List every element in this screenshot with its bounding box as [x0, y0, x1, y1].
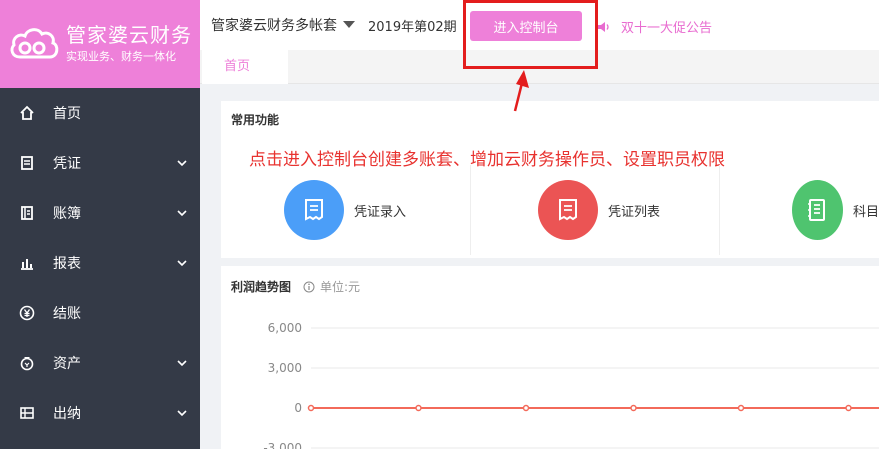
quick-functions-card: 常用功能 点击进入控制台创建多账套、增加云财务操作员、设置职员权限 凭证录入 凭…: [221, 101, 879, 258]
sidebar-item-label: 首页: [53, 106, 81, 122]
chart-header: 利润趋势图 单位:元: [231, 278, 360, 295]
brand-header: 管家婆云财务 实现业务、财务一体化: [0, 0, 200, 88]
app-window: 管家婆云财务 实现业务、财务一体化 首页 凭证 账簿 报表 结账 资产 出纳 管…: [0, 0, 879, 449]
chevron-down-icon: [177, 360, 187, 367]
sidebar-item-label: 结账: [53, 306, 81, 322]
func-label: 凭证列表: [608, 204, 661, 220]
announcement-link[interactable]: 双十一大促公告: [597, 17, 712, 36]
tab-home[interactable]: 首页: [202, 50, 288, 84]
brand-subtitle: 实现业务、财务一体化: [66, 50, 176, 63]
chevron-down-icon: [177, 410, 187, 417]
chevron-down-icon: [177, 210, 187, 217]
sidebar-item-label: 出纳: [53, 406, 81, 422]
y-tick-label: 6,000: [268, 321, 302, 335]
report-icon: [19, 255, 35, 271]
data-point[interactable]: [630, 404, 637, 412]
sidebar-item-home[interactable]: 首页: [0, 88, 200, 138]
sidebar-nav: 首页 凭证 账簿 报表 结账 资产 出纳: [0, 88, 200, 438]
sidebar-item-asset[interactable]: 资产: [0, 338, 200, 388]
sidebar: 管家婆云财务 实现业务、财务一体化 首页 凭证 账簿 报表 结账 资产 出纳: [0, 0, 200, 449]
voucher-icon: [19, 155, 35, 171]
data-point[interactable]: [845, 404, 852, 412]
account-book-select[interactable]: 管家婆云财务多帐套: [211, 15, 355, 35]
sidebar-item-closing[interactable]: 结账: [0, 288, 200, 338]
cashier-icon: [19, 405, 35, 421]
speaker-icon: [598, 21, 609, 32]
enter-console-button[interactable]: 进入控制台: [470, 11, 582, 41]
caret-down-icon: [343, 21, 355, 28]
sidebar-item-label: 账簿: [53, 206, 81, 222]
account-book-name: 管家婆云财务多帐套: [211, 18, 337, 34]
ledger-icon: [19, 205, 35, 221]
unit-label: 单位:元: [320, 280, 361, 294]
brand-title: 管家婆云财务: [66, 23, 192, 47]
sidebar-item-voucher[interactable]: 凭证: [0, 138, 200, 188]
data-point[interactable]: [307, 404, 315, 412]
func-subject[interactable]: 科目: [723, 165, 879, 255]
y-tick-label: 3,000: [268, 361, 302, 375]
chart-title: 利润趋势图: [231, 280, 292, 294]
top-bar: 管家婆云财务多帐套 2019年第02期 进入控制台 双十一大促公告: [200, 0, 879, 50]
voucher-entry-icon: [284, 180, 344, 240]
data-point[interactable]: [737, 404, 745, 412]
sidebar-item-cashier[interactable]: 出纳: [0, 388, 200, 438]
cloud-logo-icon: [10, 28, 59, 59]
data-point[interactable]: [522, 404, 530, 412]
announcement-text: 双十一大促公告: [621, 21, 713, 36]
sidebar-item-label: 凭证: [53, 156, 81, 172]
voucher-list-icon: [538, 180, 598, 240]
func-label: 凭证录入: [354, 204, 407, 220]
profit-trend-card: 6,000 3,000 0 -3,000 利润趋势图 单位:元: [221, 266, 879, 449]
data-point[interactable]: [415, 404, 422, 412]
quick-functions-title: 常用功能: [231, 113, 280, 127]
info-icon[interactable]: [303, 281, 315, 293]
func-label: 科目: [852, 204, 879, 220]
home-icon: [19, 105, 35, 121]
y-tick-label: -3,000: [263, 441, 302, 449]
sidebar-item-report[interactable]: 报表: [0, 238, 200, 288]
sidebar-item-label: 报表: [53, 256, 81, 272]
tabs-bar: 首页: [200, 50, 879, 84]
y-tick-label: 0: [294, 401, 302, 415]
sidebar-item-label: 资产: [53, 356, 81, 372]
sidebar-item-ledger[interactable]: 账簿: [0, 188, 200, 238]
subject-icon: [792, 180, 843, 240]
period-label[interactable]: 2019年第02期: [368, 16, 457, 35]
chevron-down-icon: [177, 260, 187, 267]
asset-icon: [19, 355, 35, 371]
func-voucher-entry[interactable]: 凭证录入: [221, 165, 471, 255]
yen-icon: [19, 305, 35, 321]
chevron-down-icon: [177, 160, 187, 167]
func-voucher-list[interactable]: 凭证列表: [470, 165, 720, 255]
